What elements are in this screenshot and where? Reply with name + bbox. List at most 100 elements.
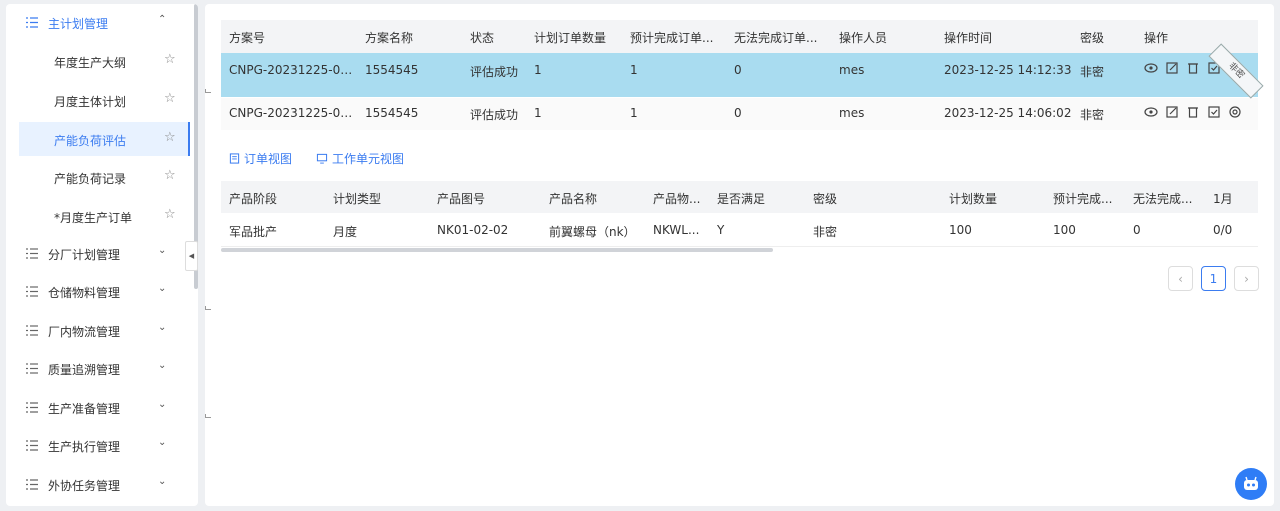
sidebar-item-annual-outline[interactable]: 年度生产大纲 ☆ xyxy=(19,44,190,78)
plan-type: 月度 xyxy=(333,225,358,239)
detail-table: 产品阶段 计划类型 产品图号 产品名称 产品物... 是否满足 密级 计划数量 … xyxy=(221,181,1258,247)
list-icon xyxy=(26,248,38,259)
edit-icon[interactable] xyxy=(1165,61,1179,75)
table-row[interactable]: CNPG-20231225-0845 1554545 评估成功 1 1 0 me… xyxy=(221,53,1258,97)
column-header: 预计完成订单... xyxy=(630,31,714,45)
menu-group-execution[interactable]: 生产执行管理 ⌄ xyxy=(6,427,190,465)
security-level: 非密 xyxy=(1080,65,1105,79)
edit-icon[interactable] xyxy=(1165,105,1179,119)
sidebar-collapse-button[interactable]: ◀ xyxy=(185,241,198,271)
edge-marker xyxy=(205,306,211,310)
approve-icon[interactable] xyxy=(1207,105,1221,119)
column-header: 产品名称 xyxy=(549,192,598,206)
menu-group-logistics[interactable]: 厂内物流管理 ⌄ xyxy=(6,312,190,350)
next-page-button[interactable]: › xyxy=(1234,266,1259,291)
sidebar-item-label: 年度生产大纲 xyxy=(54,56,127,70)
operator: mes xyxy=(839,106,865,120)
view-icon[interactable] xyxy=(1144,105,1158,119)
expected-complete: 100 xyxy=(1053,223,1076,237)
delete-icon[interactable] xyxy=(1186,105,1200,119)
chevron-down-icon: ⌄ xyxy=(158,322,167,333)
plan-id: CNPG-20231225-0845 xyxy=(229,63,359,77)
detail-table-scrollbar[interactable] xyxy=(221,248,773,252)
sidebar-item-label: *月度生产订单 xyxy=(54,211,133,225)
star-icon[interactable]: ☆ xyxy=(164,168,176,183)
view-tabs: 订单视图 工作单元视图 xyxy=(229,150,404,167)
plan-table-header: 方案号 方案名称 状态 计划订单数量 预计完成订单... 无法完成订单... 操… xyxy=(221,20,1258,53)
menu-group-branch-plan[interactable]: 分厂计划管理 ⌄ xyxy=(6,235,190,273)
menu-group-label: 外协任务管理 xyxy=(48,479,121,493)
column-header: 1月 xyxy=(1213,192,1233,206)
column-header: 预计完成... xyxy=(1053,192,1113,206)
operator: mes xyxy=(839,63,865,77)
column-header: 密级 xyxy=(1080,31,1105,45)
sidebar-item-capacity-eval[interactable]: 产能负荷评估 ☆ xyxy=(19,122,190,156)
monitor-icon xyxy=(316,153,328,164)
delete-icon[interactable] xyxy=(1186,61,1200,75)
product-name: 前翼螺母（nk） xyxy=(549,225,636,239)
tab-unit-view[interactable]: 工作单元视图 xyxy=(316,150,404,167)
sidebar-item-capacity-record[interactable]: 产能负荷记录 ☆ xyxy=(19,160,190,194)
sidebar-item-label: 产能负荷评估 xyxy=(54,134,127,148)
column-header: 计划订单数量 xyxy=(534,31,607,45)
view-icon[interactable] xyxy=(1144,61,1158,75)
column-header: 产品阶段 xyxy=(229,192,278,206)
settings-icon[interactable] xyxy=(1228,105,1242,119)
planned-order-count: 1 xyxy=(534,106,542,120)
planned-order-count: 1 xyxy=(534,63,542,77)
is-satisfied: Y xyxy=(717,223,725,237)
column-header: 产品物... xyxy=(653,192,701,206)
table-row[interactable]: CNPG-20231225-0844 1554545 评估成功 1 1 0 me… xyxy=(221,98,1258,130)
sidebar-item-monthly-master[interactable]: 月度主体计划 ☆ xyxy=(19,83,190,117)
menu-group-warehouse[interactable]: 仓储物料管理 ⌄ xyxy=(6,273,190,311)
row-actions xyxy=(1144,105,1242,119)
menu-group-prep[interactable]: 生产准备管理 ⌄ xyxy=(6,389,190,427)
table-row[interactable]: 军品批产 月度 NK01-02-02 前翼螺母（nk） NKWL... Y 非密… xyxy=(221,213,1258,247)
chevron-down-icon: ⌄ xyxy=(158,283,167,294)
list-icon xyxy=(26,402,38,413)
column-header: 方案名称 xyxy=(365,31,414,45)
unable-complete-count: 0 xyxy=(734,106,742,120)
main-panel: 方案号 方案名称 状态 计划订单数量 预计完成订单... 无法完成订单... 操… xyxy=(205,4,1274,506)
planned-quantity: 100 xyxy=(949,223,972,237)
product-stage: 军品批产 xyxy=(229,225,278,239)
chevron-up-icon: ⌃ xyxy=(158,14,167,25)
list-icon xyxy=(26,440,38,451)
product-drawing-no: NK01-02-02 xyxy=(437,223,509,237)
column-header: 操作 xyxy=(1144,31,1169,45)
expected-complete-count: 1 xyxy=(630,63,638,77)
column-header: 无法完成... xyxy=(1133,192,1193,206)
list-icon xyxy=(26,363,38,374)
operation-time: 2023-12-25 14:12:33 xyxy=(944,63,1072,77)
star-icon[interactable]: ☆ xyxy=(164,207,176,222)
detail-table-header: 产品阶段 计划类型 产品图号 产品名称 产品物... 是否满足 密级 计划数量 … xyxy=(221,181,1258,213)
sidebar-item-monthly-order[interactable]: *月度生产订单 ☆ xyxy=(19,199,190,233)
chevron-down-icon: ⌄ xyxy=(158,245,167,256)
menu-group-outsourcing[interactable]: 外协任务管理 ⌄ xyxy=(6,466,190,504)
chevron-down-icon: ⌄ xyxy=(158,476,167,487)
prev-page-button[interactable]: ‹ xyxy=(1168,266,1193,291)
star-icon[interactable]: ☆ xyxy=(164,130,176,145)
page-1-button[interactable]: 1 xyxy=(1201,266,1226,291)
column-header: 无法完成订单... xyxy=(734,31,818,45)
column-header: 是否满足 xyxy=(717,192,766,206)
status: 评估成功 xyxy=(470,108,519,122)
edge-marker xyxy=(205,414,211,418)
menu-group-main-plan[interactable]: 主计划管理 ⌃ xyxy=(6,4,190,42)
column-header: 计划数量 xyxy=(949,192,998,206)
operation-time: 2023-12-25 14:06:02 xyxy=(944,106,1072,120)
column-header: 产品图号 xyxy=(437,192,486,206)
column-header: 方案号 xyxy=(229,31,266,45)
menu-group-label: 仓储物料管理 xyxy=(48,286,121,300)
menu-group-quality[interactable]: 质量追溯管理 ⌄ xyxy=(6,350,190,388)
assistant-bot-button[interactable] xyxy=(1235,468,1267,500)
tab-label: 工作单元视图 xyxy=(332,152,405,166)
tab-order-view[interactable]: 订单视图 xyxy=(229,150,292,167)
column-header: 密级 xyxy=(813,192,838,206)
column-header: 操作时间 xyxy=(944,31,993,45)
star-icon[interactable]: ☆ xyxy=(164,91,176,106)
product-material: NKWL... xyxy=(653,223,700,237)
star-icon[interactable]: ☆ xyxy=(164,52,176,67)
pagination: ‹ 1 › xyxy=(1168,266,1259,291)
sidebar: 主计划管理 ⌃ 年度生产大纲 ☆ 月度主体计划 ☆ 产能负荷评估 ☆ 产能负荷记… xyxy=(6,4,198,506)
